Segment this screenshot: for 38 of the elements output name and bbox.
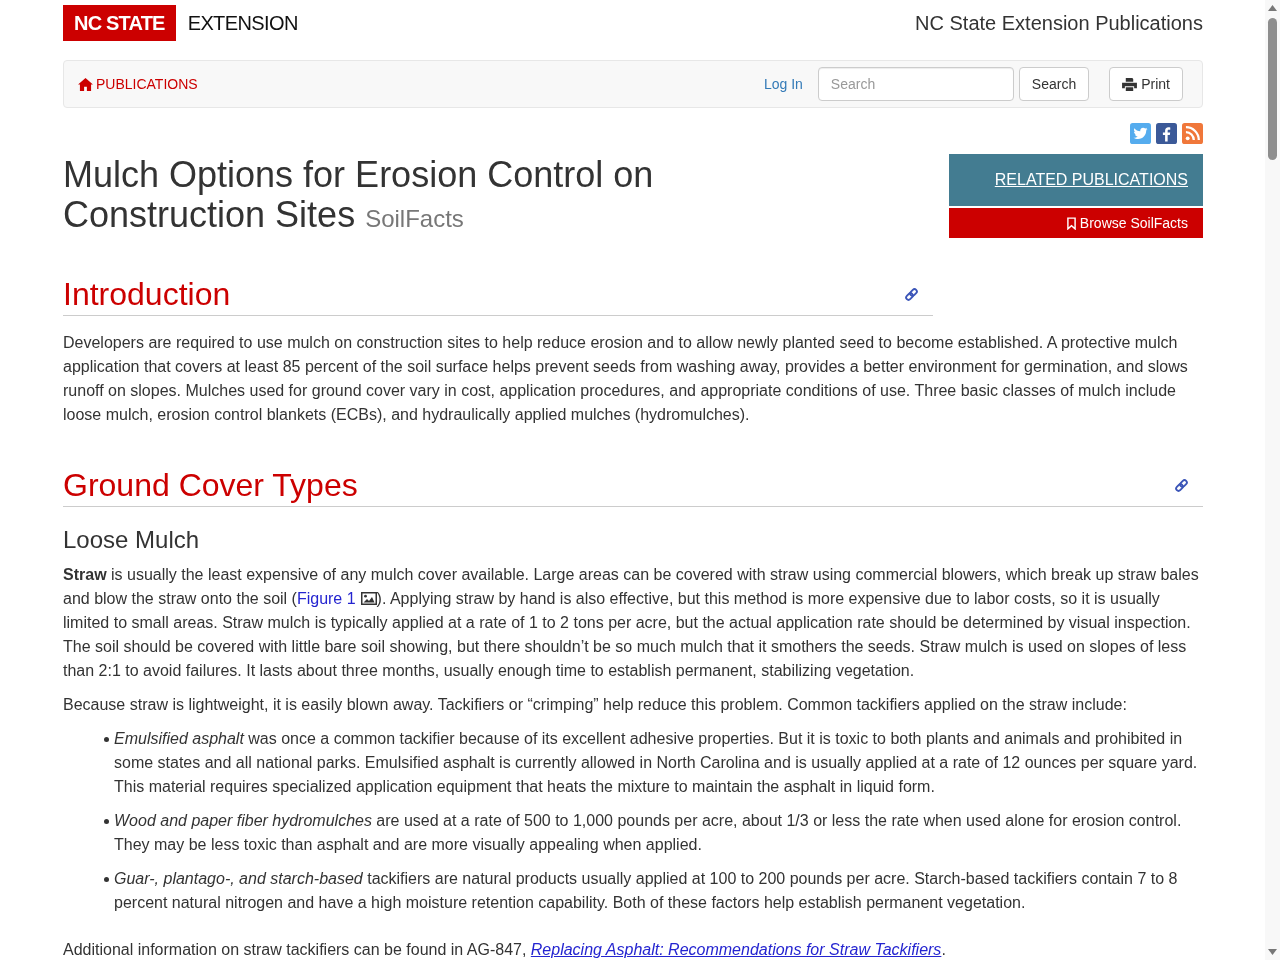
- section-heading: Ground Cover Types: [63, 468, 358, 503]
- subheading: Loose Mulch: [63, 527, 201, 553]
- link-icon[interactable]: [1174, 478, 1189, 493]
- bookmark-icon: [1066, 216, 1076, 230]
- list-item: Emulsified asphalt was once a common tackifier because of its excellent adhesive properties. But it is toxic to both plants and animals and prohibited in some states and all national parks. Emulsified asphalt is currently allowed in North Carolina and is usually applied at a rate of 12 ounces per square yard. This material requires specialized application equipment that heats the mixture to maintain the asphalt in liquid form.: [114, 729, 1199, 797]
- search-field[interactable]: Search: [817, 67, 1014, 101]
- login-link[interactable]: Log In: [763, 76, 803, 92]
- home-icon: [78, 77, 93, 91]
- bullet-icon: [104, 737, 109, 742]
- printer-icon: [1122, 77, 1138, 91]
- link-icon[interactable]: [904, 287, 919, 302]
- paragraph: Additional information on straw tackifiers can be found in AG-847, Replacing Asphalt: Recommendations for Straw Tackifiers.: [63, 940, 947, 960]
- rss-icon[interactable]: [1182, 123, 1203, 144]
- list-item: Guar-, plantago-, and starch-based tackifiers are natural products usually applied at 100 to 200 pounds per acre. Starch-based tackifiers contain 7 to 8 percent natural nitrogen and have a high moisture retention capability. Both of these factors help establish permanent vegetation.: [114, 869, 1179, 913]
- bird-icon[interactable]: [1130, 123, 1151, 144]
- bullet-icon: [104, 877, 109, 882]
- figure-link[interactable]: Figure 1: [296, 590, 356, 607]
- related-publications-link[interactable]: RELATED PUBLICATIONS: [994, 171, 1188, 189]
- paragraph: Because straw is lightweight, it is easily blown away. Tackifiers or “crimping” help reduce this problem. Common tackifiers applied on the straw include:: [63, 695, 1128, 715]
- letter-f-icon[interactable]: [1156, 123, 1177, 144]
- extension-wordmark: EXTENSION: [187, 11, 298, 35]
- image-icon[interactable]: [360, 592, 377, 605]
- scroll-down-arrow-icon[interactable]: [1268, 949, 1277, 955]
- scrollbar-thumb[interactable]: [1268, 18, 1277, 160]
- site-title[interactable]: NC State Extension Publications: [915, 11, 1203, 35]
- page-title: Mulch Options for Erosion Control on Construction Sites SoilFacts: [63, 155, 655, 237]
- nc-state-logo[interactable]: NC STATE: [63, 5, 176, 41]
- paragraph: Developers are required to use mulch on construction sites to help reduce erosion and to allow newly planted seed to become established. A protective mulch application that covers at least 85 percent of the soil surface helps prevent seeds from washing away, provides a better environment for germination, and slows runoff on slopes. Mulches used for ground cover vary in cost, application procedures, and appropriate conditions of use. Three basic classes of mulch include loose mulch, erosion control blankets (ECBs), and hydraulically applied mulches (hydromulches).: [63, 333, 1189, 425]
- bullet-icon: [104, 819, 109, 824]
- print-button[interactable]: Print: [1109, 67, 1183, 101]
- publications-link[interactable]: PUBLICATIONS: [78, 76, 198, 92]
- paragraph: Straw is usually the least expensive of any mulch cover available. Large areas can be covered with straw using commercial blowers, which break up straw bales and blow the straw onto the soil (Figure 1 ). Applying straw by hand is also effective, but this method is more expensive due to labor costs, so it is usually limited to small areas. Straw mulch is typically applied at a rate of 1 to 2 tons per acre, but the actual application rate should be determined by visual inspection. The soil should be covered with little bare soil showing, but there shouldn’t be so much mulch that it smothers the seeds. Straw mulch is used on slopes of less than 2:1 to avoid failures. It lasts about three months, usually enough time to establish permanent, stabilizing vegetation.: [63, 565, 1200, 681]
- list-item: Wood and paper fiber hydromulches are used at a rate of 500 to 1,000 pounds per acre, about 1/3 or less the rate when used alone for erosion control. They may be less toxic than asphalt and are more visually appealing when applied.: [114, 811, 1183, 855]
- publication-link[interactable]: Replacing Asphalt: Recommendations for Straw Tackifiers: [530, 941, 942, 958]
- scroll-up-arrow-icon[interactable]: [1268, 5, 1277, 11]
- section-heading: Introduction: [63, 277, 231, 312]
- search-button[interactable]: Search: [1018, 67, 1090, 101]
- browse-button[interactable]: Browse SoilFacts: [949, 208, 1203, 238]
